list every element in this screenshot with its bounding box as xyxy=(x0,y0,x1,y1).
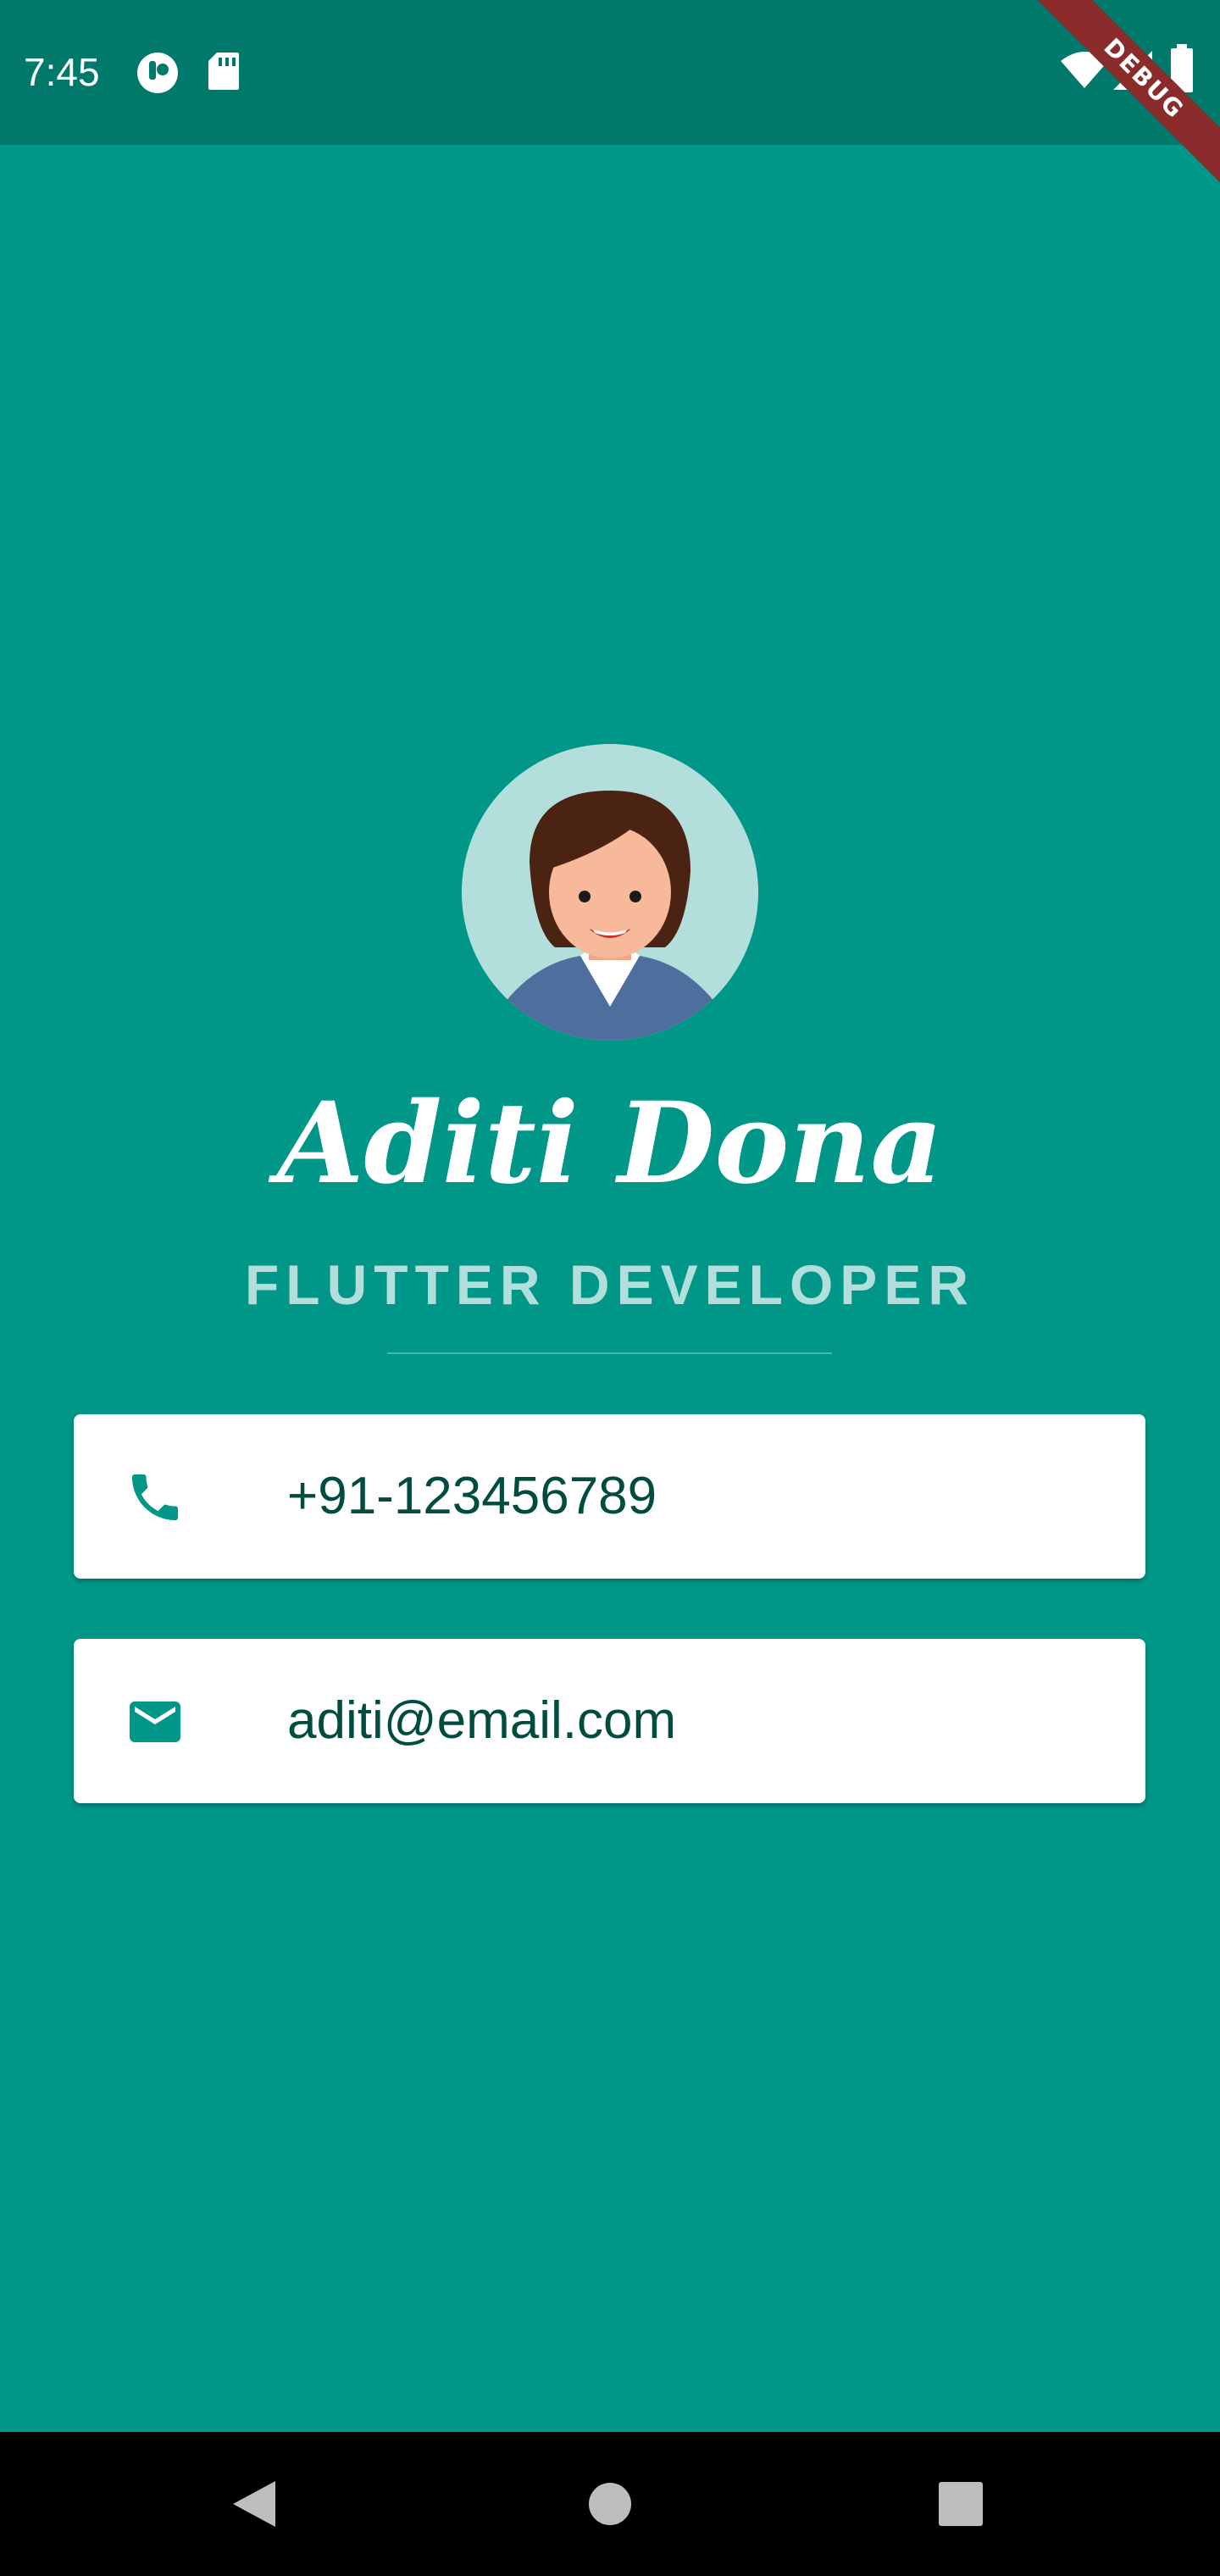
profile-title: FLUTTER DEVELOPER xyxy=(244,1253,976,1316)
status-time: 7:45 xyxy=(24,50,100,94)
email-address: aditi@email.com xyxy=(287,1691,677,1750)
navigation-bar xyxy=(0,2432,1220,2576)
avatar xyxy=(462,744,758,1041)
recents-icon[interactable] xyxy=(893,2432,1029,2576)
profile-illustration xyxy=(462,744,758,1041)
mail-icon xyxy=(130,1702,180,1742)
sd-card-icon xyxy=(208,53,239,90)
home-icon[interactable] xyxy=(542,2432,678,2576)
back-icon[interactable] xyxy=(186,2432,322,2576)
debug-banner: DEBUG xyxy=(1034,0,1220,189)
phone-card[interactable]: +91-123456789 xyxy=(74,1414,1145,1579)
divider xyxy=(387,1352,832,1354)
phone-number: +91-123456789 xyxy=(287,1467,657,1525)
assistant-icon xyxy=(137,53,178,93)
email-card[interactable]: aditi@email.com xyxy=(74,1639,1145,1803)
status-bar: 7:45 DEBUG xyxy=(0,0,1220,189)
phone-icon xyxy=(132,1474,178,1520)
profile-name: Aditi Dona xyxy=(277,1078,943,1209)
